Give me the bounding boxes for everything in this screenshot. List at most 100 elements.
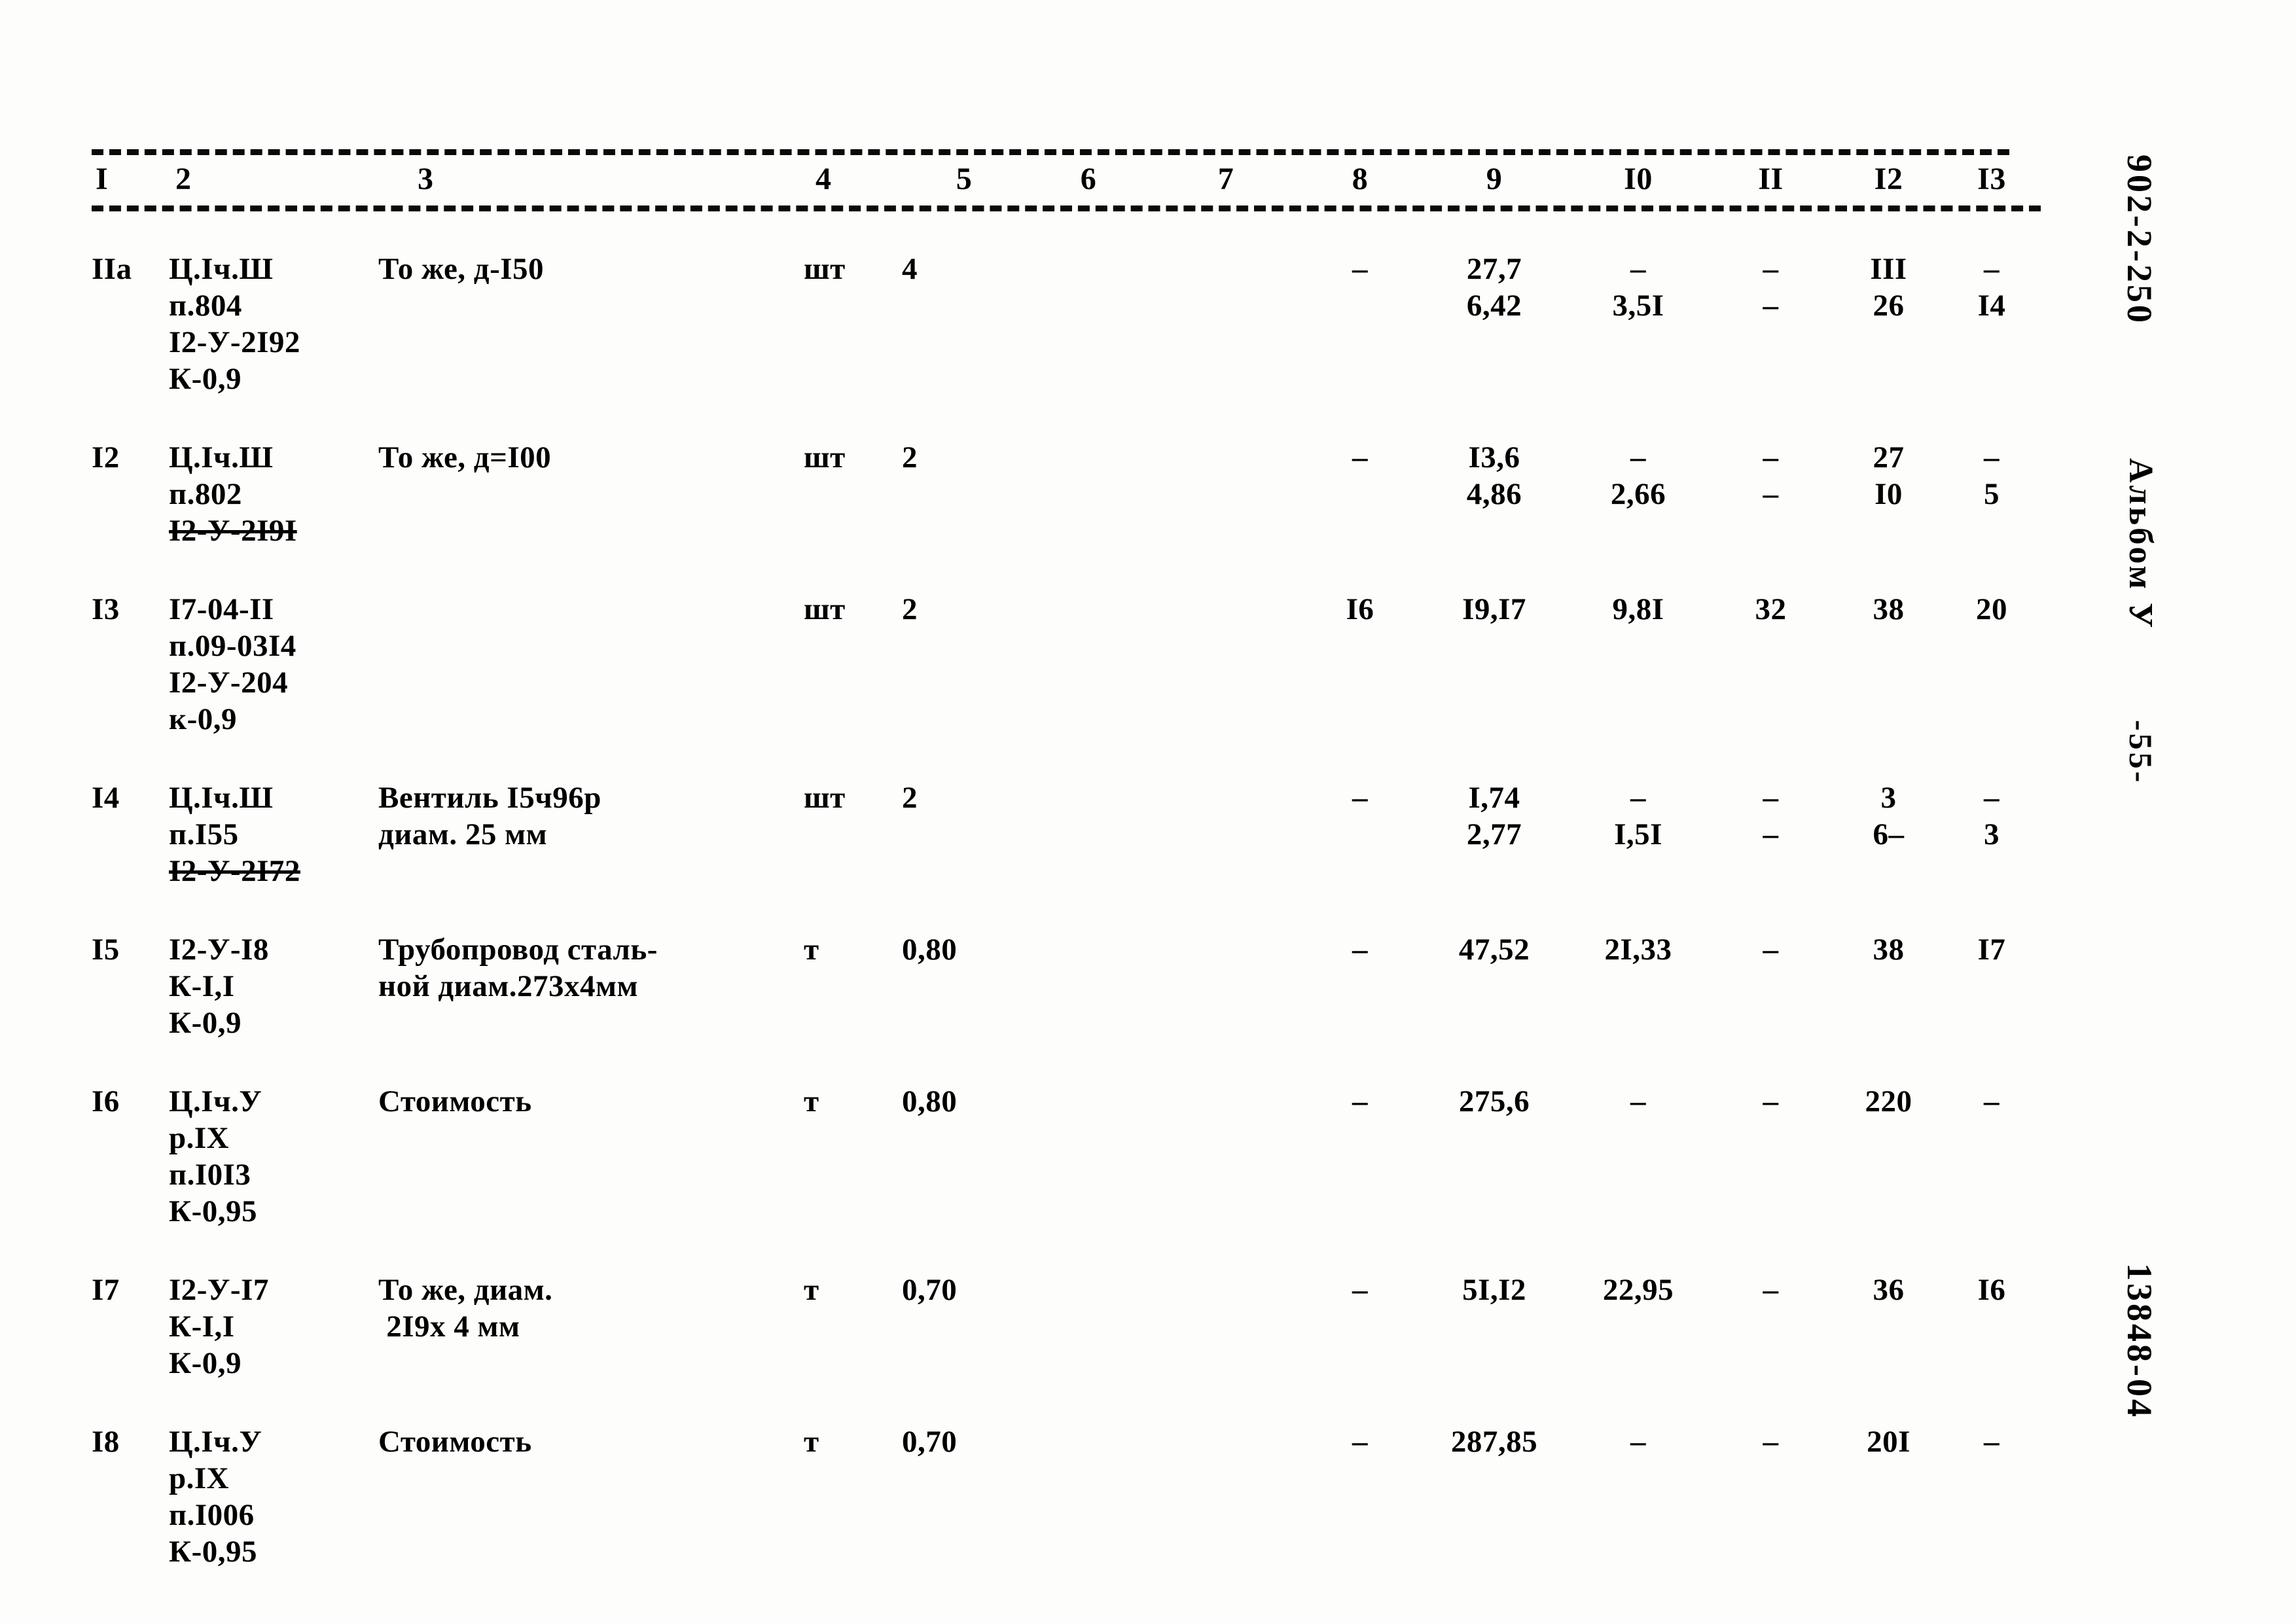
table-row[interactable]: I5 I2-У-I8 К-I,I К-0,9 Трубопровод сталь-ной… — [92, 932, 2041, 1044]
row-c10-line: I,5I — [1614, 817, 1662, 851]
row-c8: – — [1352, 932, 1368, 967]
row-c11-line: – — [1763, 780, 1779, 815]
row-c9: 287,85 — [1419, 1424, 1570, 1573]
row-c10: –3,5I — [1570, 253, 1707, 400]
table-top-rule — [92, 149, 2009, 155]
row-c8: – — [1352, 1424, 1368, 1459]
row-position-number: I5 — [92, 932, 120, 967]
column-header: 8 — [1352, 162, 1369, 196]
row-position-number: I6 — [92, 1084, 120, 1118]
row-c10-line: 2,66 — [1610, 476, 1666, 511]
row-norm-code: Ц.Iч.Ш п.804 I2-У-2I92 К-0,9 — [169, 253, 378, 400]
table-row[interactable]: I8 Ц.Iч.У р.IX п.I006 К-0,95 Стоимость т 0,70 –… — [92, 1424, 2041, 1573]
row-position-number: I2 — [92, 440, 120, 474]
row-norm-code: I2-У-I8 К-I,I К-0,9 — [169, 933, 378, 1044]
row-description-line: То же, д-I50 — [378, 251, 545, 286]
row-c12-line: 6– — [1873, 817, 1905, 851]
row-spacer-cell — [92, 1044, 2041, 1086]
table-row[interactable]: I3 I7-04-II п.09-03I4 I2-У-204 к-0,9 шт 2 I6 I… — [92, 592, 2041, 740]
row-c9-line: 287,85 — [1450, 1424, 1538, 1459]
row-c6 — [1026, 934, 1151, 1044]
row-c13: 20 — [1943, 592, 2041, 740]
row-c9-line: 5I,I2 — [1462, 1272, 1526, 1307]
row-c7 — [1151, 594, 1301, 740]
row-description: То же, диам. 2I9х 4 мм — [378, 1274, 804, 1384]
estimate-table: I 2 3 4 5 6 7 8 9 I0 II I2 I3 IIa Ц.Iч.Ш п.804 I2-У-2I9… — [92, 159, 2041, 1573]
row-norm-code-line: п.804 — [169, 288, 242, 323]
row-quantity: 2 — [902, 592, 918, 626]
row-norm-code-line: К-0,9 — [169, 1005, 242, 1040]
row-c10-line: – — [1630, 1424, 1646, 1459]
row-norm-code-line: К-0,95 — [169, 1534, 257, 1569]
table-row[interactable]: IIa Ц.Iч.Ш п.804 I2-У-2I92 К-0,9 То же, д-I50… — [92, 253, 2041, 400]
table-row[interactable]: I7 I2-У-I7 К-I,I К-0,9 То же, диам. 2I9х 4 м… — [92, 1274, 2041, 1384]
row-norm-code: Ц.Iч.У р.IX п.I006 К-0,95 — [169, 1424, 378, 1573]
row-quantity: 2 — [902, 440, 918, 474]
row-norm-code-line: Ц.Iч.У — [169, 1424, 262, 1459]
row-norm-code-line: Ц.Iч.Ш — [169, 780, 274, 815]
row-c10: –2,66 — [1570, 441, 1707, 552]
row-norm-code-line: р.IX — [169, 1120, 230, 1155]
row-c11-line: – — [1763, 476, 1779, 511]
row-c12-line: 26 — [1873, 288, 1905, 323]
row-c10-line: – — [1630, 251, 1646, 286]
row-c12-line: 38 — [1873, 592, 1905, 626]
row-c13-line: 20 — [1976, 592, 2007, 626]
row-c10: 22,95 — [1570, 1274, 1707, 1384]
margin-project-code: 902-2-250 — [2120, 154, 2159, 325]
row-norm-code-line: к-0,9 — [169, 702, 237, 736]
row-c11: – – — [1707, 780, 1835, 892]
row-c11-line: – — [1763, 1084, 1779, 1118]
header-bottom-rule — [92, 205, 2041, 211]
row-c12-line: 3 — [1880, 780, 1897, 815]
row-c7 — [1151, 442, 1301, 552]
row-c13-line: – — [1984, 1424, 2000, 1459]
row-norm-code-line: I2-У-I7 — [169, 1272, 269, 1307]
row-c7 — [1151, 253, 1301, 400]
row-norm-code-line: п.I0I3 — [169, 1157, 251, 1192]
row-norm-code: Ц.Iч.Ш п.I55 I2-У-2I72 — [169, 780, 378, 892]
row-c8: – — [1352, 1084, 1368, 1118]
table-row[interactable]: I6 Ц.Iч.У р.IX п.I0I3 К-0,95 Стоимость т 0,80 –… — [92, 1084, 2041, 1232]
row-norm-code: I7-04-II п.09-03I4 I2-У-204 к-0,9 — [169, 593, 378, 740]
row-c13: –3 — [1943, 781, 2041, 892]
row-description: Стоимость — [378, 1425, 804, 1573]
row-c12-line: 36 — [1873, 1272, 1905, 1307]
row-norm-code-line: К-I,I — [169, 1309, 235, 1344]
row-c9-line: 275,6 — [1458, 1084, 1530, 1118]
row-description-line: Стоимость — [378, 1084, 532, 1118]
row-description-line: То же, д=I00 — [378, 440, 552, 474]
row-c11-line: – — [1763, 817, 1779, 851]
row-c7 — [1151, 934, 1301, 1044]
row-unit: шт — [804, 592, 846, 626]
row-c11-line: – — [1763, 1424, 1779, 1459]
margin-document-code: 13848-04 — [2120, 1263, 2159, 1419]
row-c8: – — [1352, 780, 1368, 815]
row-c9-line: 47,52 — [1458, 932, 1530, 967]
column-header: 5 — [956, 162, 973, 196]
row-description — [378, 594, 804, 740]
column-header: 2 — [175, 162, 192, 196]
row-spacer — [92, 552, 2041, 594]
row-c6 — [1026, 782, 1151, 892]
row-c6 — [1026, 1274, 1151, 1384]
row-c7 — [1151, 1086, 1301, 1232]
row-norm-code: Ц.Iч.Ш п.802 I2-У-2I9I — [169, 441, 378, 552]
row-c12-line: 27 — [1873, 440, 1905, 474]
row-c13-line: I6 — [1977, 1272, 2006, 1307]
row-description-line: Трубопровод сталь- — [378, 932, 658, 967]
row-c12: 20I — [1835, 1425, 1943, 1573]
column-header: II — [1758, 162, 1784, 196]
row-norm-code-line: I2-У-2I92 — [169, 325, 300, 359]
table-row[interactable]: I2 Ц.Iч.Ш п.802 I2-У-2I9I То же, д=I00 шт 2 – I… — [92, 440, 2041, 552]
row-c10-line: 2I,33 — [1604, 932, 1672, 967]
table-row[interactable]: I4 Ц.Iч.Ш п.I55 I2-У-2I72 Вентиль I5ч96р диам… — [92, 780, 2041, 892]
row-description: Стоимость — [378, 1084, 804, 1232]
row-c13: I6 — [1943, 1274, 2041, 1384]
row-spacer-cell — [92, 211, 2041, 253]
row-c13-line: 3 — [1984, 817, 2000, 851]
row-c9: 5I,I2 — [1419, 1274, 1570, 1384]
row-c13-line: I4 — [1977, 288, 2006, 323]
row-c10-line: 22,95 — [1602, 1272, 1674, 1307]
row-unit: шт — [804, 251, 846, 286]
